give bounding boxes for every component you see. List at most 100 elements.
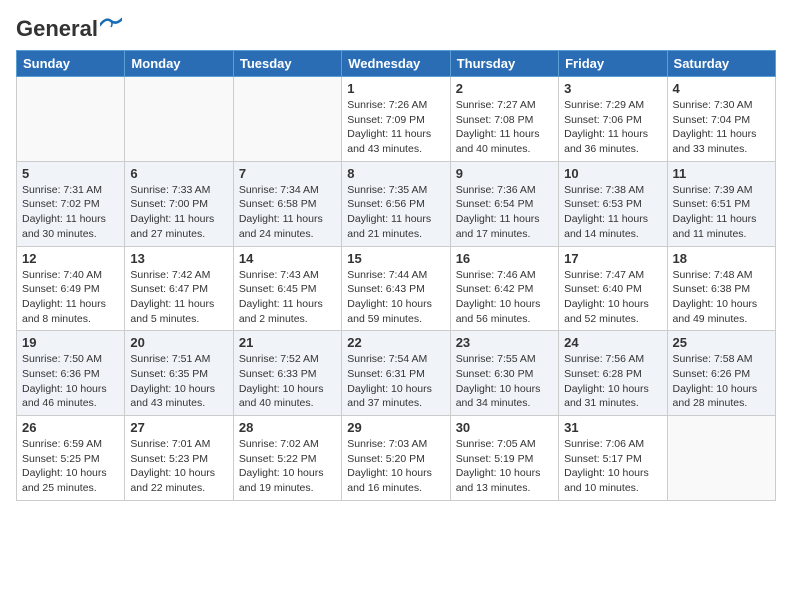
calendar-day-cell: 26 Sunrise: 6:59 AM Sunset: 5:25 PM Dayli… — [17, 416, 125, 501]
day-info: Sunrise: 7:27 AM Sunset: 7:08 PM Dayligh… — [456, 98, 553, 157]
calendar-day-cell: 25 Sunrise: 7:58 AM Sunset: 6:26 PM Dayli… — [667, 331, 775, 416]
day-info: Sunrise: 7:26 AM Sunset: 7:09 PM Dayligh… — [347, 98, 444, 157]
day-info: Sunrise: 7:55 AM Sunset: 6:30 PM Dayligh… — [456, 352, 553, 411]
calendar-day-cell: 9 Sunrise: 7:36 AM Sunset: 6:54 PM Daylig… — [450, 161, 558, 246]
day-info: Sunrise: 7:01 AM Sunset: 5:23 PM Dayligh… — [130, 437, 227, 496]
day-number: 25 — [673, 335, 770, 350]
calendar-day-cell: 11 Sunrise: 7:39 AM Sunset: 6:51 PM Dayli… — [667, 161, 775, 246]
day-info: Sunrise: 7:48 AM Sunset: 6:38 PM Dayligh… — [673, 268, 770, 327]
calendar-header-row: SundayMondayTuesdayWednesdayThursdayFrid… — [17, 51, 776, 77]
calendar-day-cell: 8 Sunrise: 7:35 AM Sunset: 6:56 PM Daylig… — [342, 161, 450, 246]
calendar-day-cell: 20 Sunrise: 7:51 AM Sunset: 6:35 PM Dayli… — [125, 331, 233, 416]
calendar-day-cell: 3 Sunrise: 7:29 AM Sunset: 7:06 PM Daylig… — [559, 77, 667, 162]
calendar-day-cell — [17, 77, 125, 162]
day-number: 31 — [564, 420, 661, 435]
day-info: Sunrise: 7:30 AM Sunset: 7:04 PM Dayligh… — [673, 98, 770, 157]
calendar-day-cell: 28 Sunrise: 7:02 AM Sunset: 5:22 PM Dayli… — [233, 416, 341, 501]
calendar-week-row: 26 Sunrise: 6:59 AM Sunset: 5:25 PM Dayli… — [17, 416, 776, 501]
day-info: Sunrise: 7:29 AM Sunset: 7:06 PM Dayligh… — [564, 98, 661, 157]
day-info: Sunrise: 7:51 AM Sunset: 6:35 PM Dayligh… — [130, 352, 227, 411]
day-number: 23 — [456, 335, 553, 350]
calendar-day-cell: 21Sunrise: 7:52 AM Sunset: 6:33 PM Dayli… — [233, 331, 341, 416]
day-number: 10 — [564, 166, 661, 181]
day-info: Sunrise: 6:59 AM Sunset: 5:25 PM Dayligh… — [22, 437, 119, 496]
day-header-monday: Monday — [125, 51, 233, 77]
day-number: 21 — [239, 335, 336, 350]
calendar-day-cell: 7 Sunrise: 7:34 AM Sunset: 6:58 PM Daylig… — [233, 161, 341, 246]
day-number: 9 — [456, 166, 553, 181]
day-number: 14 — [239, 251, 336, 266]
calendar-day-cell: 12 Sunrise: 7:40 AM Sunset: 6:49 PM Dayli… — [17, 246, 125, 331]
calendar-day-cell: 5Sunrise: 7:31 AM Sunset: 7:02 PM Daylig… — [17, 161, 125, 246]
calendar-day-cell: 10Sunrise: 7:38 AM Sunset: 6:53 PM Dayli… — [559, 161, 667, 246]
day-number: 8 — [347, 166, 444, 181]
logo: General — [16, 16, 122, 38]
day-info: Sunrise: 7:40 AM Sunset: 6:49 PM Dayligh… — [22, 268, 119, 327]
calendar-day-cell: 24Sunrise: 7:56 AM Sunset: 6:28 PM Dayli… — [559, 331, 667, 416]
day-info: Sunrise: 7:03 AM Sunset: 5:20 PM Dayligh… — [347, 437, 444, 496]
day-info: Sunrise: 7:36 AM Sunset: 6:54 PM Dayligh… — [456, 183, 553, 242]
calendar-day-cell: 19 Sunrise: 7:50 AM Sunset: 6:36 PM Dayli… — [17, 331, 125, 416]
day-number: 11 — [673, 166, 770, 181]
day-info: Sunrise: 7:47 AM Sunset: 6:40 PM Dayligh… — [564, 268, 661, 327]
calendar-day-cell: 15Sunrise: 7:44 AM Sunset: 6:43 PM Dayli… — [342, 246, 450, 331]
calendar-day-cell — [233, 77, 341, 162]
day-number: 13 — [130, 251, 227, 266]
calendar-day-cell: 4 Sunrise: 7:30 AM Sunset: 7:04 PM Daylig… — [667, 77, 775, 162]
day-info: Sunrise: 7:39 AM Sunset: 6:51 PM Dayligh… — [673, 183, 770, 242]
calendar-day-cell: 31 Sunrise: 7:06 AM Sunset: 5:17 PM Dayli… — [559, 416, 667, 501]
calendar-day-cell — [125, 77, 233, 162]
day-info: Sunrise: 7:43 AM Sunset: 6:45 PM Dayligh… — [239, 268, 336, 327]
calendar-day-cell: 13 Sunrise: 7:42 AM Sunset: 6:47 PM Dayli… — [125, 246, 233, 331]
calendar-day-cell: 2Sunrise: 7:27 AM Sunset: 7:08 PM Daylig… — [450, 77, 558, 162]
calendar-week-row: 1Sunrise: 7:26 AM Sunset: 7:09 PM Daylig… — [17, 77, 776, 162]
day-info: Sunrise: 7:58 AM Sunset: 6:26 PM Dayligh… — [673, 352, 770, 411]
day-number: 27 — [130, 420, 227, 435]
calendar-day-cell: 29 Sunrise: 7:03 AM Sunset: 5:20 PM Dayli… — [342, 416, 450, 501]
calendar-day-cell: 18 Sunrise: 7:48 AM Sunset: 6:38 PM Dayli… — [667, 246, 775, 331]
day-info: Sunrise: 7:31 AM Sunset: 7:02 PM Dayligh… — [22, 183, 119, 242]
day-info: Sunrise: 7:42 AM Sunset: 6:47 PM Dayligh… — [130, 268, 227, 327]
day-number: 19 — [22, 335, 119, 350]
day-info: Sunrise: 7:06 AM Sunset: 5:17 PM Dayligh… — [564, 437, 661, 496]
calendar-day-cell: 17 Sunrise: 7:47 AM Sunset: 6:40 PM Dayli… — [559, 246, 667, 331]
day-number: 20 — [130, 335, 227, 350]
calendar-week-row: 5Sunrise: 7:31 AM Sunset: 7:02 PM Daylig… — [17, 161, 776, 246]
day-info: Sunrise: 7:54 AM Sunset: 6:31 PM Dayligh… — [347, 352, 444, 411]
day-number: 26 — [22, 420, 119, 435]
calendar-day-cell: 14 Sunrise: 7:43 AM Sunset: 6:45 PM Dayli… — [233, 246, 341, 331]
day-number: 17 — [564, 251, 661, 266]
calendar-day-cell: 23 Sunrise: 7:55 AM Sunset: 6:30 PM Dayli… — [450, 331, 558, 416]
day-number: 16 — [456, 251, 553, 266]
day-header-saturday: Saturday — [667, 51, 775, 77]
day-number: 29 — [347, 420, 444, 435]
day-number: 24 — [564, 335, 661, 350]
day-number: 28 — [239, 420, 336, 435]
day-info: Sunrise: 7:34 AM Sunset: 6:58 PM Dayligh… — [239, 183, 336, 242]
day-info: Sunrise: 7:05 AM Sunset: 5:19 PM Dayligh… — [456, 437, 553, 496]
day-header-sunday: Sunday — [17, 51, 125, 77]
page-header: General — [16, 16, 776, 38]
day-number: 7 — [239, 166, 336, 181]
logo-bird-icon — [100, 17, 122, 33]
day-info: Sunrise: 7:02 AM Sunset: 5:22 PM Dayligh… — [239, 437, 336, 496]
calendar-day-cell: 22Sunrise: 7:54 AM Sunset: 6:31 PM Dayli… — [342, 331, 450, 416]
day-header-tuesday: Tuesday — [233, 51, 341, 77]
calendar-day-cell: 6Sunrise: 7:33 AM Sunset: 7:00 PM Daylig… — [125, 161, 233, 246]
calendar-day-cell — [667, 416, 775, 501]
day-info: Sunrise: 7:50 AM Sunset: 6:36 PM Dayligh… — [22, 352, 119, 411]
day-number: 4 — [673, 81, 770, 96]
calendar-day-cell: 16Sunrise: 7:46 AM Sunset: 6:42 PM Dayli… — [450, 246, 558, 331]
day-header-wednesday: Wednesday — [342, 51, 450, 77]
calendar-day-cell: 27 Sunrise: 7:01 AM Sunset: 5:23 PM Dayli… — [125, 416, 233, 501]
day-info: Sunrise: 7:35 AM Sunset: 6:56 PM Dayligh… — [347, 183, 444, 242]
day-number: 6 — [130, 166, 227, 181]
day-number: 12 — [22, 251, 119, 266]
calendar-day-cell: 30 Sunrise: 7:05 AM Sunset: 5:19 PM Dayli… — [450, 416, 558, 501]
day-number: 30 — [456, 420, 553, 435]
day-number: 15 — [347, 251, 444, 266]
day-header-friday: Friday — [559, 51, 667, 77]
day-number: 18 — [673, 251, 770, 266]
logo-general-text: General — [16, 16, 98, 42]
day-number: 3 — [564, 81, 661, 96]
